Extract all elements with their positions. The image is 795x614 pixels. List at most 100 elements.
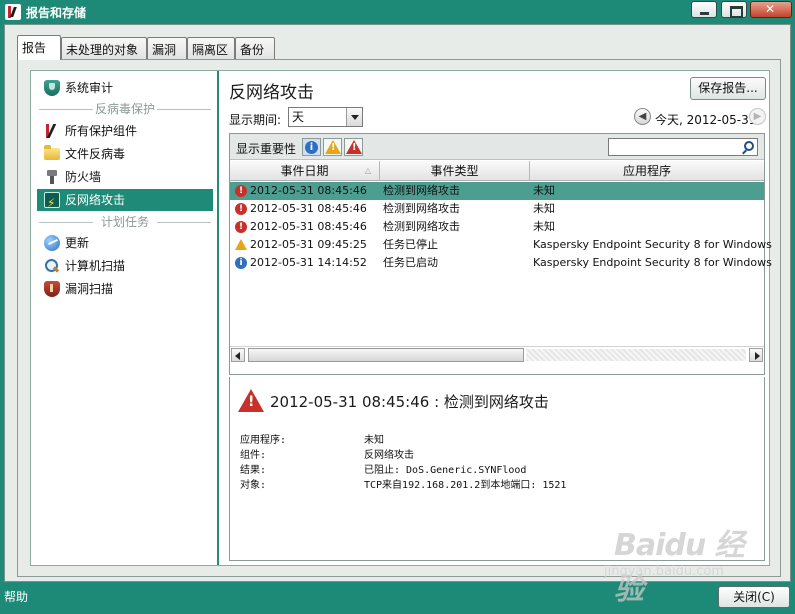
row-date: 2012-05-31 08:45:46	[250, 184, 367, 197]
scan-icon	[44, 258, 60, 274]
help-link[interactable]: 帮助	[4, 588, 28, 605]
page-title: 反网络攻击	[229, 83, 314, 103]
sidebar-item-firewall[interactable]: 防火墙	[37, 166, 213, 188]
sidebar-item-label: 计算机扫描	[65, 259, 126, 273]
table-row[interactable]: 2012-05-31 08:45:46 检测到网络攻击 未知	[230, 200, 764, 218]
sidebar-item-computer-scan[interactable]: 计算机扫描	[37, 255, 213, 277]
scrollbar-track[interactable]	[526, 349, 746, 361]
table-row[interactable]: 2012-05-31 08:45:46 检测到网络攻击 未知	[230, 182, 764, 200]
sidebar-item-label: 反网络攻击	[65, 193, 126, 207]
shield-icon	[44, 80, 60, 96]
save-report-button[interactable]: 保存报告...	[690, 77, 766, 100]
table-row[interactable]: 2012-05-31 14:14:52 任务已启动 Kaspersky Endp…	[230, 254, 772, 272]
events-table: 显示重要性 i 事件日期 △ 事件类型	[229, 133, 772, 375]
update-globe-icon	[44, 235, 60, 251]
table-row[interactable]: 2012-05-31 08:45:46 检测到网络攻击 未知	[230, 218, 764, 236]
error-icon	[235, 221, 247, 233]
sidebar-item-vulnerability-scan[interactable]: 漏洞扫描	[37, 278, 213, 300]
network-attack-icon	[44, 192, 60, 214]
detail-key: 结果:	[240, 465, 267, 476]
detail-title: 2012-05-31 08:45:46 : 检测到网络攻击	[270, 393, 549, 411]
detail-value: TCP来自192.168.201.2到本地端口: 1521	[364, 480, 567, 491]
detail-value: 未知	[364, 435, 384, 446]
chevron-down-icon[interactable]	[346, 108, 362, 126]
previous-date-button[interactable]: ◀	[634, 108, 651, 125]
report-content: 反网络攻击 保存报告... 显示期间: 天 ◀ 今天, 2012-05-31 ▶…	[221, 71, 772, 565]
row-app: 未知	[533, 220, 555, 233]
sort-indicator-icon: △	[364, 166, 371, 175]
tab-vulnerabilities[interactable]: 漏洞	[147, 37, 187, 59]
sidebar-item-system-audit[interactable]: 系统审计	[37, 77, 213, 99]
next-date-button[interactable]: ▶	[749, 108, 766, 125]
detail-field: 组件: 反网络攻击	[240, 446, 760, 461]
maximize-button[interactable]	[721, 1, 747, 18]
period-select[interactable]: 天	[288, 107, 363, 127]
filter-warning-button[interactable]	[323, 138, 342, 156]
filter-error-button[interactable]	[344, 138, 363, 156]
folder-icon	[44, 145, 60, 160]
section-antivirus-header: 反病毒保护	[37, 102, 213, 116]
section-tasks-header: 计划任务	[37, 215, 213, 229]
importance-filter-label: 显示重要性	[236, 142, 297, 156]
detail-field: 对象: TCP来自192.168.201.2到本地端口: 1521	[240, 476, 760, 491]
sidebar-item-label: 所有保护组件	[65, 124, 138, 138]
minimize-button[interactable]	[691, 1, 717, 18]
column-header-date[interactable]: 事件日期 △	[230, 161, 380, 181]
warning-icon	[325, 140, 341, 154]
detail-field: 结果: 已阻止: DoS.Generic.SYNFlood	[240, 461, 760, 476]
row-type: 检测到网络攻击	[383, 202, 460, 215]
row-date: 2012-05-31 14:14:52	[250, 256, 367, 269]
row-date: 2012-05-31 09:45:25	[250, 238, 367, 251]
kaspersky-app-icon	[5, 4, 21, 20]
search-input[interactable]	[608, 138, 758, 156]
row-date: 2012-05-31 08:45:46	[250, 220, 367, 233]
date-display: 今天, 2012-05-31	[655, 113, 757, 127]
sidebar-item-update[interactable]: 更新	[37, 232, 213, 254]
filter-info-button[interactable]: i	[302, 138, 321, 156]
sidebar-item-label: 更新	[65, 236, 90, 250]
sidebar-item-label: 漏洞扫描	[65, 282, 114, 296]
row-app: Kaspersky Endpoint Security 8 for Window…	[533, 238, 772, 251]
scrollbar-thumb[interactable]	[248, 348, 524, 362]
window-close-button[interactable]	[750, 1, 792, 18]
search-icon[interactable]	[744, 141, 754, 151]
row-type: 任务已启动	[383, 256, 438, 269]
firewall-icon	[44, 169, 60, 185]
detail-key: 组件:	[240, 450, 267, 461]
row-app: Kaspersky Endpoint Security 8 for Window…	[533, 256, 772, 269]
scroll-left-icon[interactable]	[231, 348, 245, 362]
detail-value: 已阻止: DoS.Generic.SYNFlood	[364, 465, 527, 476]
sidebar-item-label: 文件反病毒	[65, 147, 126, 161]
tab-unprocessed-objects[interactable]: 未处理的对象	[61, 37, 147, 59]
detail-value: 反网络攻击	[364, 450, 414, 461]
close-button[interactable]: 关闭(C)	[718, 586, 790, 608]
detail-field: 应用程序: 未知	[240, 431, 760, 446]
sidebar-item-file-antivirus[interactable]: 文件反病毒	[37, 143, 213, 165]
column-header-application[interactable]: 应用程序	[530, 161, 764, 181]
table-header: 事件日期 △ 事件类型 应用程序	[230, 161, 764, 181]
sidebar: 系统审计 反病毒保护 所有保护组件 文件反病毒 防火墙 反网络攻击	[31, 71, 219, 565]
row-date: 2012-05-31 08:45:46	[250, 202, 367, 215]
period-select-value: 天	[292, 110, 305, 124]
info-icon: i	[305, 141, 318, 154]
title-bar: 报告和存储	[0, 0, 795, 24]
table-row[interactable]: 2012-05-31 09:45:25 任务已停止 Kaspersky Endp…	[230, 236, 772, 254]
tab-panel: 系统审计 反病毒保护 所有保护组件 文件反病毒 防火墙 反网络攻击	[17, 59, 781, 577]
column-header-event-type[interactable]: 事件类型	[380, 161, 530, 181]
filter-bar: 显示重要性 i	[230, 134, 764, 160]
detail-key: 应用程序:	[240, 435, 287, 446]
event-details-panel: 2012-05-31 08:45:46 : 检测到网络攻击 应用程序: 未知 组…	[229, 377, 765, 561]
row-type: 检测到网络攻击	[383, 184, 460, 197]
info-icon	[235, 257, 247, 269]
row-type: 检测到网络攻击	[383, 220, 460, 233]
row-app: 未知	[533, 184, 555, 197]
tab-quarantine[interactable]: 隔离区	[187, 37, 235, 59]
scroll-right-icon[interactable]	[749, 348, 763, 362]
sidebar-item-network-attack-blocker[interactable]: 反网络攻击	[37, 189, 213, 214]
sidebar-item-all-components[interactable]: 所有保护组件	[37, 120, 213, 142]
column-header-label: 事件日期	[280, 164, 329, 178]
tab-backup[interactable]: 备份	[235, 37, 275, 59]
tab-reports[interactable]: 报告	[17, 35, 61, 60]
row-type: 任务已停止	[383, 238, 438, 251]
horizontal-scrollbar[interactable]	[230, 346, 764, 363]
